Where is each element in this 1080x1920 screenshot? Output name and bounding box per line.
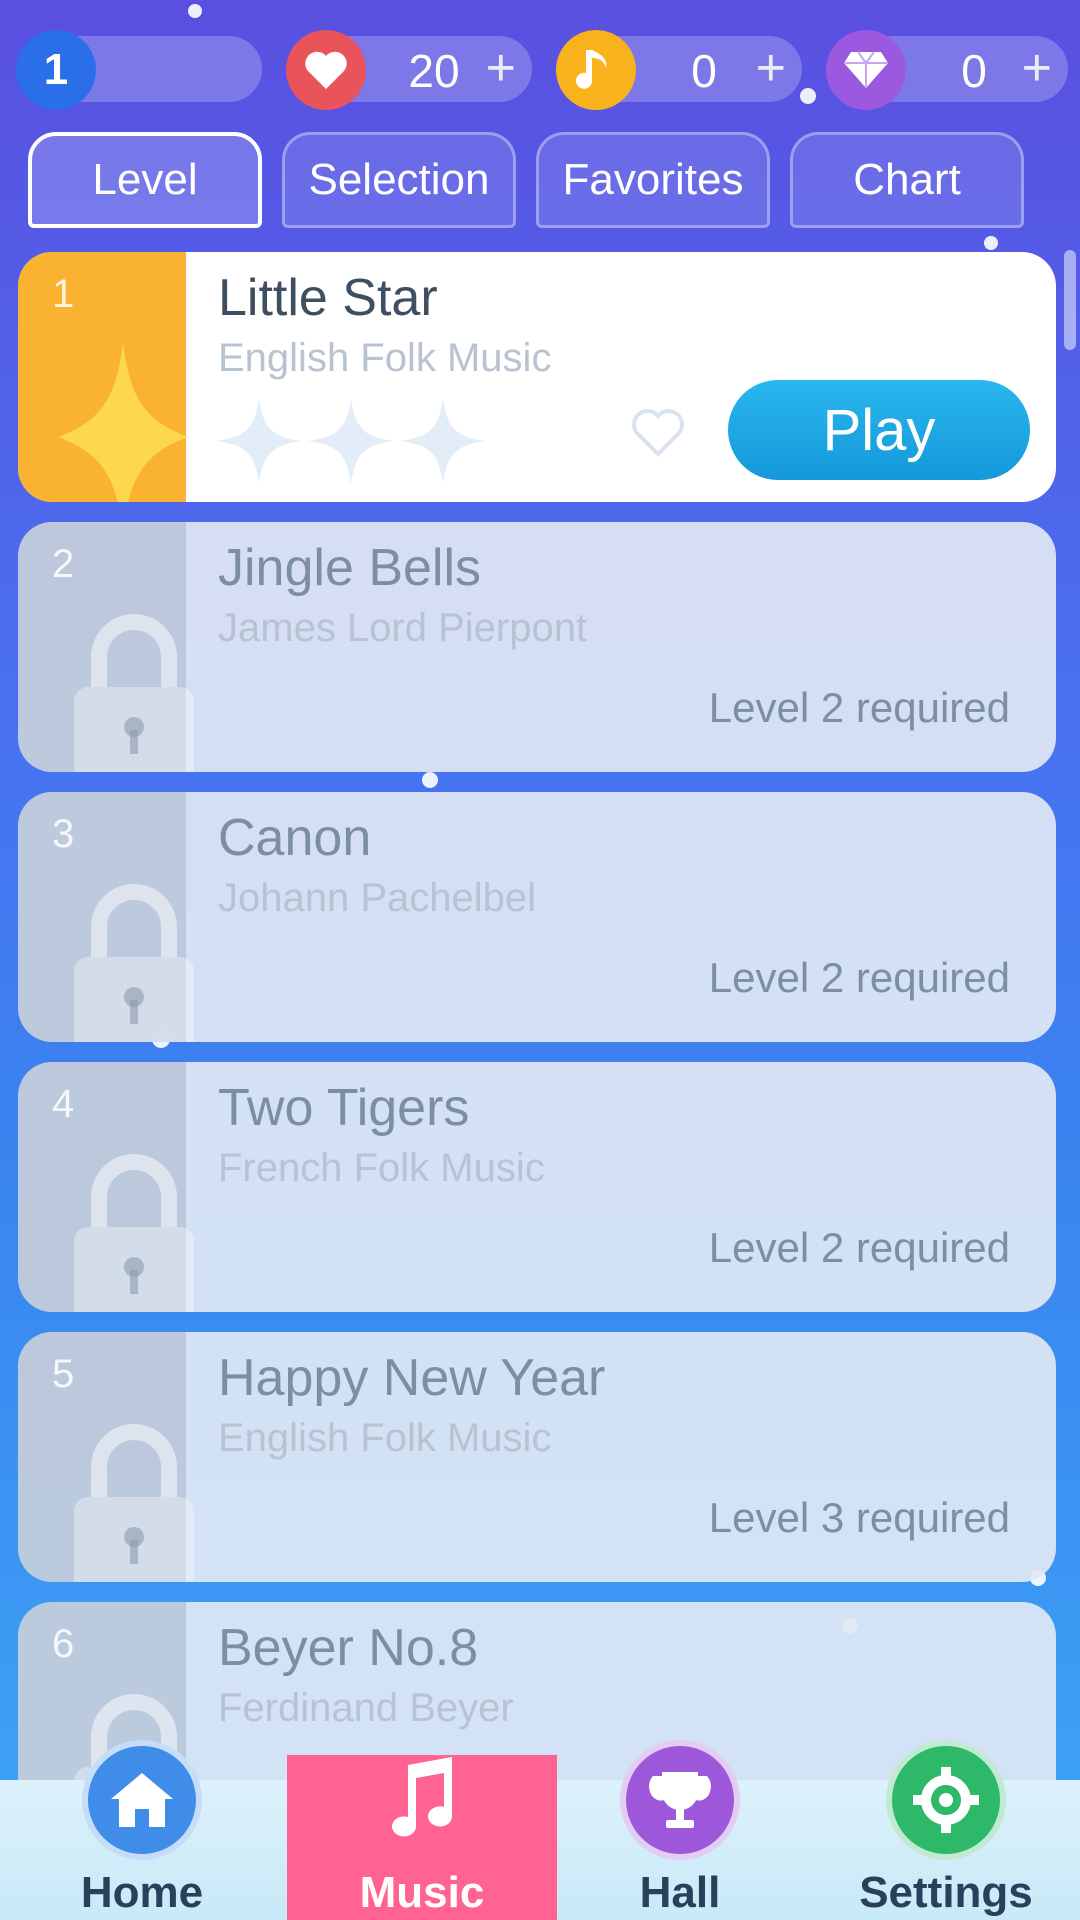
tab-chart[interactable]: Chart: [790, 132, 1024, 228]
diamonds-pill[interactable]: 0 +: [826, 30, 1068, 110]
song-title: Happy New Year: [218, 1349, 606, 1407]
song-title: Canon: [218, 809, 372, 867]
song-card[interactable]: 4 Two Tigers French Folk Music Level 2 r…: [18, 1062, 1056, 1312]
nav-music[interactable]: Music: [287, 1755, 557, 1920]
song-thumbnail: [18, 252, 188, 502]
nav-home[interactable]: Home: [42, 1740, 242, 1920]
notes-count: 0: [691, 45, 717, 97]
gear-icon: [886, 1740, 1006, 1860]
sparkle-icon: [58, 342, 188, 502]
song-title: Beyer No.8: [218, 1619, 479, 1677]
play-button[interactable]: Play: [728, 380, 1030, 480]
scrollbar[interactable]: [1064, 250, 1076, 350]
nav-music-label: Music: [359, 1868, 485, 1917]
lock-icon: [74, 884, 194, 1042]
song-artist: Johann Pachelbel: [218, 876, 537, 920]
snowflake: [188, 4, 202, 18]
lock-icon: [74, 614, 194, 772]
level-requirement: Level 2 required: [708, 954, 1010, 1001]
add-lives-button[interactable]: +: [486, 38, 516, 98]
song-thumbnail: [18, 792, 194, 1042]
heart-icon: [286, 30, 366, 110]
song-stars: [216, 398, 486, 484]
song-card[interactable]: 2 Jingle Bells James Lord Pierpont Level…: [18, 522, 1056, 772]
song-number: 1: [52, 272, 75, 316]
song-number: 5: [52, 1352, 75, 1396]
star-empty-icon: [216, 398, 302, 484]
lives-count: 20: [408, 45, 460, 97]
song-artist: Ferdinand Beyer: [218, 1686, 514, 1730]
song-artist: French Folk Music: [218, 1146, 545, 1190]
nav-settings[interactable]: Settings: [846, 1740, 1046, 1920]
bottom-navigation: Home Music Hall Settings: [0, 1740, 1080, 1920]
nav-home-label: Home: [80, 1868, 204, 1917]
nav-settings-label: Settings: [859, 1868, 1033, 1917]
category-tabs: Level Selection Favorites Chart: [28, 132, 1028, 228]
level-badge: 1: [16, 30, 96, 110]
level-requirement: Level 2 required: [708, 684, 1010, 731]
music-icon: [362, 1740, 482, 1860]
song-card[interactable]: 1 Little Star English Folk Music Play: [18, 252, 1056, 502]
song-number: 3: [52, 812, 75, 856]
song-number: 6: [52, 1622, 75, 1666]
song-title: Little Star: [218, 269, 438, 327]
song-title: Jingle Bells: [218, 539, 482, 597]
resource-bar: 1 20 + 0 + 0 +: [16, 30, 1068, 110]
snowflake: [422, 772, 438, 788]
level-pill: 1: [16, 30, 262, 110]
level-requirement: Level 3 required: [708, 1494, 1010, 1541]
song-card[interactable]: 3 Canon Johann Pachelbel Level 2 require…: [18, 792, 1056, 1042]
home-icon: [82, 1740, 202, 1860]
lock-icon: [74, 1424, 194, 1582]
level-value: 1: [43, 45, 69, 94]
nav-hall[interactable]: Hall: [580, 1740, 780, 1920]
song-thumbnail: [18, 522, 194, 772]
nav-hall-label: Hall: [639, 1868, 721, 1917]
song-number: 4: [52, 1082, 75, 1126]
notes-pill[interactable]: 0 +: [556, 30, 802, 110]
song-artist: James Lord Pierpont: [218, 606, 588, 650]
diamond-icon: [826, 30, 906, 110]
song-number: 2: [52, 542, 75, 586]
add-notes-button[interactable]: +: [756, 38, 786, 98]
add-diamonds-button[interactable]: +: [1022, 38, 1052, 98]
star-empty-icon: [308, 398, 394, 484]
song-thumbnail: [18, 1332, 194, 1582]
song-thumbnail: [18, 1062, 194, 1312]
trophy-icon: [620, 1740, 740, 1860]
tab-level[interactable]: Level: [28, 132, 262, 228]
lock-icon: [74, 1154, 194, 1312]
song-title: Two Tigers: [218, 1079, 470, 1137]
lives-pill[interactable]: 20 +: [286, 30, 532, 110]
level-requirement: Level 2 required: [708, 1224, 1010, 1271]
favorite-heart-icon[interactable]: [630, 408, 686, 458]
tab-selection[interactable]: Selection: [282, 132, 516, 228]
song-artist: English Folk Music: [218, 336, 552, 380]
snowflake: [984, 236, 998, 250]
diamonds-count: 0: [961, 45, 987, 97]
music-note-icon: [556, 30, 636, 110]
tab-favorites[interactable]: Favorites: [536, 132, 770, 228]
song-artist: English Folk Music: [218, 1416, 552, 1460]
song-card[interactable]: 5 Happy New Year English Folk Music Leve…: [18, 1332, 1056, 1582]
star-empty-icon: [400, 398, 486, 484]
